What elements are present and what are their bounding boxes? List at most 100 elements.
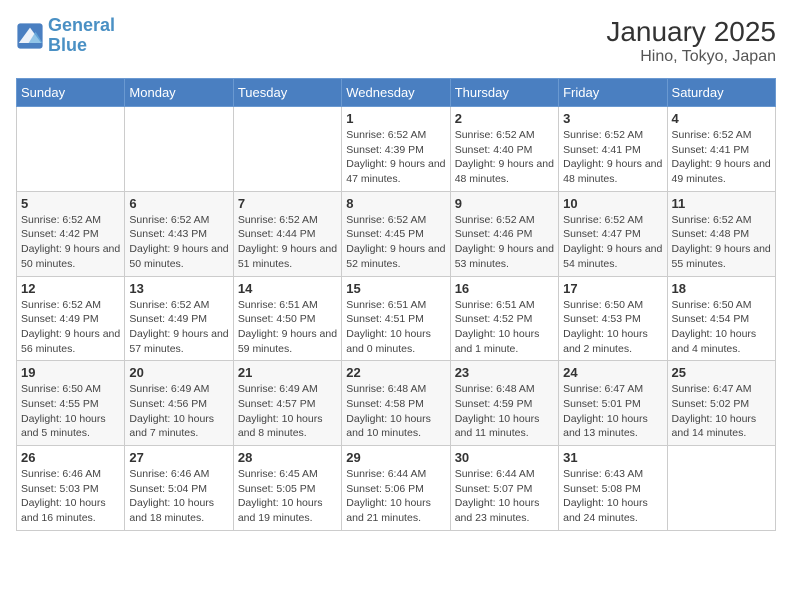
day-info: Sunrise: 6:46 AM Sunset: 5:04 PM Dayligh… <box>129 467 228 526</box>
weekday-header-wednesday: Wednesday <box>342 79 450 107</box>
day-number: 17 <box>563 281 662 296</box>
weekday-header-saturday: Saturday <box>667 79 775 107</box>
calendar-cell: 28 Sunrise: 6:45 AM Sunset: 5:05 PM Dayli… <box>233 446 341 531</box>
calendar-week-1: 1 Sunrise: 6:52 AM Sunset: 4:39 PM Daylig… <box>17 107 776 192</box>
day-info: Sunrise: 6:44 AM Sunset: 5:06 PM Dayligh… <box>346 467 445 526</box>
calendar-cell <box>125 107 233 192</box>
calendar-cell <box>667 446 775 531</box>
weekday-header-sunday: Sunday <box>17 79 125 107</box>
day-info: Sunrise: 6:51 AM Sunset: 4:51 PM Dayligh… <box>346 298 445 357</box>
day-info: Sunrise: 6:52 AM Sunset: 4:49 PM Dayligh… <box>129 298 228 357</box>
day-number: 13 <box>129 281 228 296</box>
calendar-cell <box>17 107 125 192</box>
day-info: Sunrise: 6:52 AM Sunset: 4:46 PM Dayligh… <box>455 213 554 272</box>
day-info: Sunrise: 6:49 AM Sunset: 4:57 PM Dayligh… <box>238 382 337 441</box>
calendar-header-row: SundayMondayTuesdayWednesdayThursdayFrid… <box>17 79 776 107</box>
calendar-cell <box>233 107 341 192</box>
day-number: 28 <box>238 450 337 465</box>
day-number: 11 <box>672 196 771 211</box>
calendar-cell: 5 Sunrise: 6:52 AM Sunset: 4:42 PM Daylig… <box>17 191 125 276</box>
day-number: 31 <box>563 450 662 465</box>
calendar-cell: 6 Sunrise: 6:52 AM Sunset: 4:43 PM Daylig… <box>125 191 233 276</box>
calendar-cell: 21 Sunrise: 6:49 AM Sunset: 4:57 PM Dayli… <box>233 361 341 446</box>
day-number: 5 <box>21 196 120 211</box>
weekday-header-friday: Friday <box>559 79 667 107</box>
calendar-cell: 1 Sunrise: 6:52 AM Sunset: 4:39 PM Daylig… <box>342 107 450 192</box>
calendar-cell: 9 Sunrise: 6:52 AM Sunset: 4:46 PM Daylig… <box>450 191 558 276</box>
day-number: 9 <box>455 196 554 211</box>
day-number: 16 <box>455 281 554 296</box>
calendar-cell: 13 Sunrise: 6:52 AM Sunset: 4:49 PM Dayli… <box>125 276 233 361</box>
day-info: Sunrise: 6:52 AM Sunset: 4:47 PM Dayligh… <box>563 213 662 272</box>
day-number: 26 <box>21 450 120 465</box>
day-number: 14 <box>238 281 337 296</box>
day-info: Sunrise: 6:51 AM Sunset: 4:52 PM Dayligh… <box>455 298 554 357</box>
day-info: Sunrise: 6:52 AM Sunset: 4:45 PM Dayligh… <box>346 213 445 272</box>
calendar-cell: 12Sunrise: 6:52 AM Sunset: 4:49 PM Dayli… <box>17 276 125 361</box>
weekday-header-thursday: Thursday <box>450 79 558 107</box>
day-number: 25 <box>672 365 771 380</box>
calendar-cell: 20 Sunrise: 6:49 AM Sunset: 4:56 PM Dayli… <box>125 361 233 446</box>
calendar-cell: 14 Sunrise: 6:51 AM Sunset: 4:50 PM Dayli… <box>233 276 341 361</box>
day-number: 20 <box>129 365 228 380</box>
day-info: Sunrise: 6:50 AM Sunset: 4:54 PM Dayligh… <box>672 298 771 357</box>
day-number: 4 <box>672 111 771 126</box>
day-number: 7 <box>238 196 337 211</box>
day-info: Sunrise: 6:52 AM Sunset: 4:48 PM Dayligh… <box>672 213 771 272</box>
calendar-cell: 22 Sunrise: 6:48 AM Sunset: 4:58 PM Dayli… <box>342 361 450 446</box>
calendar-cell: 4 Sunrise: 6:52 AM Sunset: 4:41 PM Daylig… <box>667 107 775 192</box>
day-number: 24 <box>563 365 662 380</box>
logo-icon <box>16 22 44 50</box>
day-info: Sunrise: 6:52 AM Sunset: 4:44 PM Dayligh… <box>238 213 337 272</box>
day-info: Sunrise: 6:47 AM Sunset: 5:01 PM Dayligh… <box>563 382 662 441</box>
day-number: 12 <box>21 281 120 296</box>
day-info: Sunrise: 6:50 AM Sunset: 4:55 PM Dayligh… <box>21 382 120 441</box>
day-info: Sunrise: 6:52 AM Sunset: 4:41 PM Dayligh… <box>672 128 771 187</box>
calendar-cell: 19Sunrise: 6:50 AM Sunset: 4:55 PM Dayli… <box>17 361 125 446</box>
day-info: Sunrise: 6:52 AM Sunset: 4:43 PM Dayligh… <box>129 213 228 272</box>
day-number: 1 <box>346 111 445 126</box>
calendar-week-3: 12 Sunrise: 6:52 AM Sunset: 4:49 PM Dayli… <box>17 276 776 361</box>
day-number: 18 <box>672 281 771 296</box>
title-block: January 2025 Hino, Tokyo, Japan <box>606 16 776 66</box>
calendar-cell: 15Sunrise: 6:51 AM Sunset: 4:51 PM Dayli… <box>342 276 450 361</box>
day-number: 6 <box>129 196 228 211</box>
day-info: Sunrise: 6:51 AM Sunset: 4:50 PM Dayligh… <box>238 298 337 357</box>
calendar-cell: 27 Sunrise: 6:46 AM Sunset: 5:04 PM Dayli… <box>125 446 233 531</box>
calendar: SundayMondayTuesdayWednesdayThursdayFrid… <box>16 78 776 531</box>
day-number: 2 <box>455 111 554 126</box>
calendar-cell: 29 Sunrise: 6:44 AM Sunset: 5:06 PM Dayli… <box>342 446 450 531</box>
calendar-cell: 10 Sunrise: 6:52 AM Sunset: 4:47 PM Dayli… <box>559 191 667 276</box>
day-number: 27 <box>129 450 228 465</box>
day-info: Sunrise: 6:48 AM Sunset: 4:58 PM Dayligh… <box>346 382 445 441</box>
calendar-cell: 18 Sunrise: 6:50 AM Sunset: 4:54 PM Dayli… <box>667 276 775 361</box>
day-number: 21 <box>238 365 337 380</box>
day-number: 10 <box>563 196 662 211</box>
calendar-cell: 17 Sunrise: 6:50 AM Sunset: 4:53 PM Dayli… <box>559 276 667 361</box>
logo-text: General Blue <box>48 16 115 56</box>
page-header: General Blue January 2025 Hino, Tokyo, J… <box>16 16 776 66</box>
calendar-week-2: 5 Sunrise: 6:52 AM Sunset: 4:42 PM Daylig… <box>17 191 776 276</box>
calendar-cell: 16 Sunrise: 6:51 AM Sunset: 4:52 PM Dayli… <box>450 276 558 361</box>
day-info: Sunrise: 6:52 AM Sunset: 4:42 PM Dayligh… <box>21 213 120 272</box>
day-number: 22 <box>346 365 445 380</box>
calendar-cell: 25Sunrise: 6:47 AM Sunset: 5:02 PM Dayli… <box>667 361 775 446</box>
calendar-cell: 11 Sunrise: 6:52 AM Sunset: 4:48 PM Dayli… <box>667 191 775 276</box>
calendar-cell: 7 Sunrise: 6:52 AM Sunset: 4:44 PM Daylig… <box>233 191 341 276</box>
logo: General Blue <box>16 16 115 56</box>
day-info: Sunrise: 6:52 AM Sunset: 4:39 PM Dayligh… <box>346 128 445 187</box>
page-title: January 2025 <box>606 16 776 48</box>
calendar-cell: 3Sunrise: 6:52 AM Sunset: 4:41 PM Daylig… <box>559 107 667 192</box>
day-number: 29 <box>346 450 445 465</box>
day-info: Sunrise: 6:52 AM Sunset: 4:40 PM Dayligh… <box>455 128 554 187</box>
page-subtitle: Hino, Tokyo, Japan <box>606 48 776 66</box>
day-info: Sunrise: 6:49 AM Sunset: 4:56 PM Dayligh… <box>129 382 228 441</box>
day-number: 8 <box>346 196 445 211</box>
day-info: Sunrise: 6:43 AM Sunset: 5:08 PM Dayligh… <box>563 467 662 526</box>
day-info: Sunrise: 6:50 AM Sunset: 4:53 PM Dayligh… <box>563 298 662 357</box>
weekday-header-monday: Monday <box>125 79 233 107</box>
day-info: Sunrise: 6:45 AM Sunset: 5:05 PM Dayligh… <box>238 467 337 526</box>
calendar-cell: 31 Sunrise: 6:43 AM Sunset: 5:08 PM Dayli… <box>559 446 667 531</box>
calendar-cell: 30Sunrise: 6:44 AM Sunset: 5:07 PM Dayli… <box>450 446 558 531</box>
day-info: Sunrise: 6:46 AM Sunset: 5:03 PM Dayligh… <box>21 467 120 526</box>
